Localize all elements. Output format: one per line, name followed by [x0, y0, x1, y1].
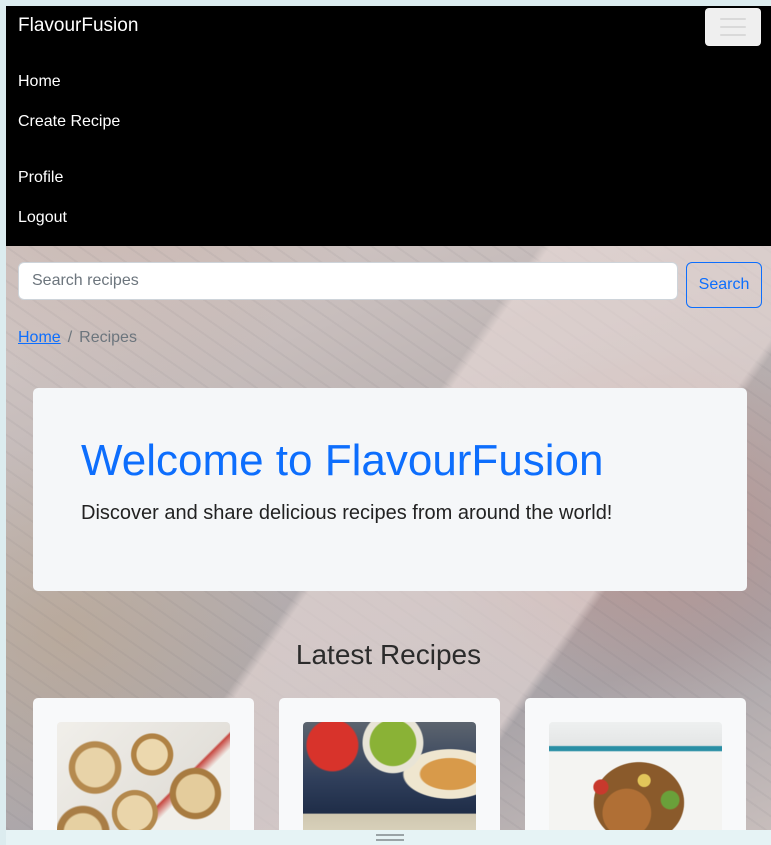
drag-handle-icon[interactable]	[376, 834, 404, 841]
navbar: FlavourFusion Home Create Recipe Profile…	[6, 6, 771, 246]
hero-banner: Welcome to FlavourFusion Discover and sh…	[33, 388, 747, 591]
recipe-card[interactable]	[279, 698, 500, 845]
recipe-card[interactable]	[33, 698, 254, 845]
breadcrumb-home-link[interactable]: Home	[18, 329, 61, 346]
recipe-card[interactable]	[525, 698, 746, 845]
menu-line	[720, 18, 746, 20]
breadcrumb-separator: /	[67, 329, 73, 346]
resize-bar[interactable]	[6, 830, 771, 845]
hamburger-menu-icon[interactable]	[705, 8, 761, 46]
nav-link-home[interactable]: Home	[18, 72, 61, 92]
recipe-image-pinwheels[interactable]	[57, 722, 230, 845]
recipe-image-burrito-bake[interactable]	[303, 722, 476, 845]
page: FlavourFusion Home Create Recipe Profile…	[6, 6, 771, 845]
hero-title: Welcome to FlavourFusion	[81, 436, 604, 485]
search-button[interactable]: Search	[686, 262, 762, 308]
menu-line	[720, 26, 746, 28]
menu-line	[720, 34, 746, 36]
search-form: Search	[18, 262, 762, 308]
search-input[interactable]	[18, 262, 678, 300]
brand-logo[interactable]: FlavourFusion	[18, 14, 138, 38]
hero-subtitle: Discover and share delicious recipes fro…	[81, 502, 613, 524]
breadcrumb-current: Recipes	[79, 329, 137, 346]
recipe-image-taco-dip[interactable]	[549, 722, 722, 845]
nav-link-logout[interactable]: Logout	[18, 208, 67, 228]
latest-recipes-title: Latest Recipes	[295, 639, 482, 670]
nav-link-create-recipe[interactable]: Create Recipe	[18, 112, 120, 132]
breadcrumb: Home / Recipes	[18, 328, 137, 348]
nav-link-profile[interactable]: Profile	[18, 168, 63, 188]
